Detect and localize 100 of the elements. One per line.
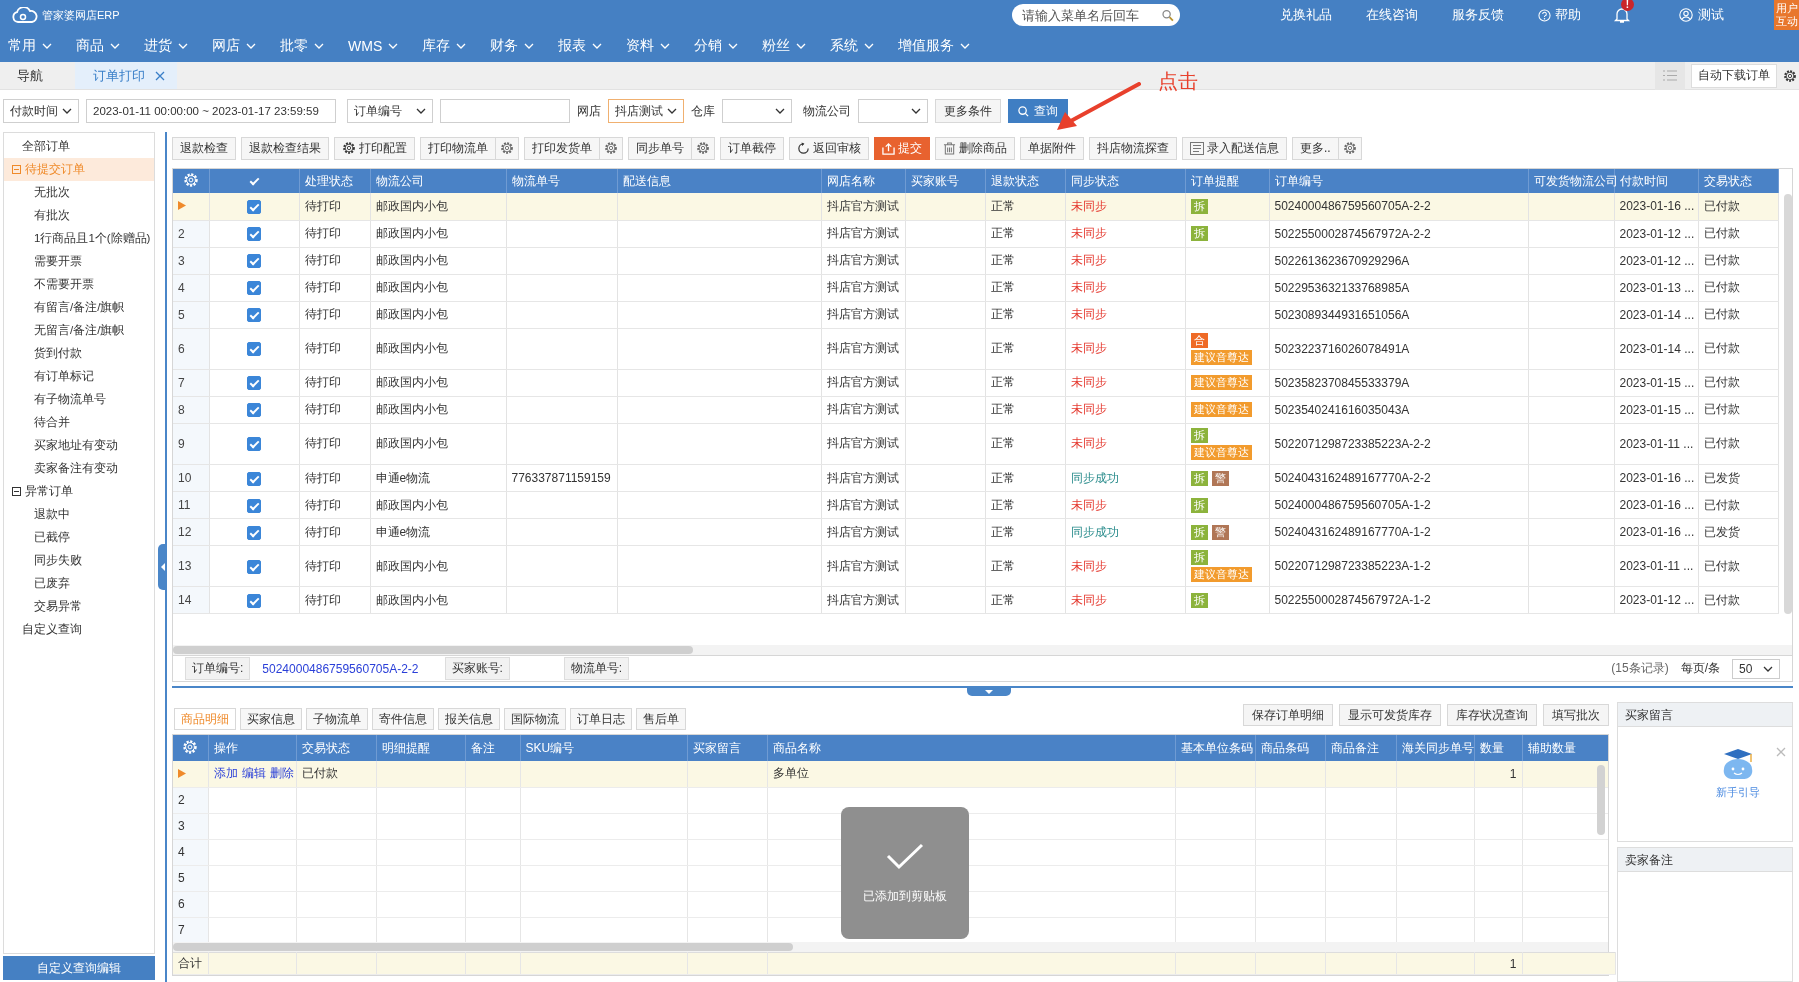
column-header[interactable]: 辅助数量: [1522, 735, 1608, 761]
column-header[interactable]: 明细提醒: [376, 735, 465, 761]
tree-item[interactable]: 无批次: [4, 181, 154, 204]
column-header[interactable]: 商品名称: [767, 735, 1175, 761]
search-icon[interactable]: [1162, 8, 1174, 22]
tree-item[interactable]: 卖家备注有变动: [4, 457, 154, 480]
collapse-icon[interactable]: [12, 487, 21, 496]
settings-button[interactable]: [691, 136, 715, 160]
collapse-handle[interactable]: [967, 688, 1011, 696]
table-row[interactable]: 10 待打印 申通e物流 776337871159159 抖店官方测试 正常 同步成功 拆 警 5024043162489167770A-2-2 2023-01-16 ... 已发货: [173, 464, 1778, 492]
toolbar-button[interactable]: 退款检查: [172, 136, 236, 160]
detail-button[interactable]: 填写批次: [1543, 704, 1609, 726]
tree-item[interactable]: 退款中: [4, 503, 154, 526]
table-row[interactable]: 2 待打印 邮政国内小包 抖店官方测试 正常 未同步 拆 5022550002874567972A-2-2 2023-01-12 ... 已付款: [173, 220, 1778, 247]
row-checkbox[interactable]: [247, 253, 261, 268]
detail-button[interactable]: 库存状况查询: [1447, 704, 1537, 726]
column-header[interactable]: 商品条码: [1255, 735, 1325, 761]
tree-item[interactable]: 全部订单: [4, 135, 154, 158]
table-row[interactable]: 待打印 邮政国内小包 抖店官方测试 正常 未同步 拆 5024000486759560705A-2-2 2023-01-16 ... 已付款: [173, 193, 1778, 220]
detail-tab[interactable]: 国际物流: [504, 708, 566, 730]
column-header[interactable]: 物流单号: [506, 169, 617, 193]
tree-item[interactable]: 无留言/备注/旗帜: [4, 319, 154, 342]
column-header[interactable]: 基本单位条码: [1175, 735, 1255, 761]
row-checkbox[interactable]: [247, 280, 261, 295]
time-type-select[interactable]: 付款时间: [3, 99, 79, 123]
table-row[interactable]: 9 待打印 邮政国内小包 抖店官方测试 正常 未同步 拆 建议音尊达 5022071298723385223A-2-2 2023-01-11 ... 已付款: [173, 423, 1778, 465]
row-checkbox[interactable]: [247, 437, 261, 452]
column-header[interactable]: 买家账号: [905, 169, 985, 193]
help-link[interactable]: 帮助: [1555, 6, 1581, 24]
column-header[interactable]: 同步状态: [1065, 169, 1185, 193]
vertical-scrollbar[interactable]: [1597, 765, 1605, 835]
detail-tab[interactable]: 售后单: [636, 708, 686, 730]
row-checkbox[interactable]: [247, 593, 261, 608]
column-header[interactable]: 物流公司: [370, 169, 506, 193]
toolbar-button[interactable]: 订单截停: [720, 136, 784, 160]
row-action-link[interactable]: 删除: [269, 766, 294, 781]
detail-tab[interactable]: 报关信息: [438, 708, 500, 730]
toolbar-button[interactable]: 退款检查结果: [241, 136, 329, 160]
column-header[interactable]: 商品备注: [1325, 735, 1396, 761]
table-row[interactable]: 6 待打印 邮政国内小包 抖店官方测试 正常 未同步 合 建议音尊达 5023223716026078491A 2023-01-14 ... 已付款: [173, 328, 1778, 370]
table-row[interactable]: 5 待打印 邮政国内小包 抖店官方测试 正常 未同步 5023089344931651056A 2023-01-14 ... 已付款: [173, 301, 1778, 328]
column-header[interactable]: 交易状态: [296, 735, 376, 761]
more-conditions-button[interactable]: 更多条件: [935, 99, 1001, 123]
menu-item[interactable]: 系统: [818, 30, 887, 62]
row-checkbox[interactable]: [247, 307, 261, 322]
tree-item[interactable]: 已截停: [4, 526, 154, 549]
table-row[interactable]: 11 待打印 邮政国内小包 抖店官方测试 正常 未同步 拆 5024000486759560705A-1-2 2023-01-16 ... 已付款: [173, 491, 1778, 519]
column-header[interactable]: 交易状态: [1698, 169, 1778, 193]
close-icon[interactable]: [1776, 747, 1786, 757]
column-header[interactable]: 数量: [1474, 735, 1522, 761]
order-number-link[interactable]: 5024000486759560705A-2-2: [262, 661, 419, 676]
menu-item[interactable]: 增值服务: [886, 30, 983, 62]
tree-item[interactable]: 交易异常: [4, 595, 154, 618]
menu-search-field[interactable]: 请输入菜单名后回车: [1012, 4, 1180, 26]
column-header[interactable]: 操作: [208, 735, 296, 761]
tree-item[interactable]: 需要开票: [4, 250, 154, 273]
custom-query-edit-button[interactable]: 自定义查询编辑: [3, 956, 155, 980]
tree-item[interactable]: 自定义查询: [4, 618, 154, 641]
tree-item[interactable]: 异常订单: [4, 480, 154, 503]
toolbar-button[interactable]: 打印配置: [334, 136, 415, 160]
row-checkbox[interactable]: [247, 471, 261, 486]
row-action-link[interactable]: 编辑: [241, 766, 266, 781]
row-checkbox[interactable]: [247, 199, 261, 214]
detail-tab[interactable]: 寄件信息: [372, 708, 434, 730]
column-header[interactable]: 订单提醒: [1185, 169, 1269, 193]
query-button[interactable]: 查询: [1008, 99, 1068, 123]
detail-tab[interactable]: 买家信息: [240, 708, 302, 730]
column-header[interactable]: SKU编号: [520, 735, 687, 761]
row-checkbox[interactable]: [247, 226, 261, 241]
toolbar-button[interactable]: 单据附件: [1020, 136, 1084, 160]
column-header[interactable]: 退款状态: [985, 169, 1065, 193]
menu-item[interactable]: 进货: [132, 30, 200, 62]
header-link[interactable]: 在线咨询: [1366, 6, 1418, 24]
menu-item[interactable]: 资料: [614, 30, 683, 62]
table-row[interactable]: 添加 编辑 删除 已付款 多单位 1: [173, 761, 1608, 787]
tree-item[interactable]: 有批次: [4, 204, 154, 227]
help-icon[interactable]: [1538, 8, 1551, 22]
toolbar-button[interactable]: 更多..: [1292, 136, 1338, 160]
menu-item[interactable]: 批零: [268, 30, 336, 62]
toolbar-button[interactable]: 抖店物流探查: [1089, 136, 1177, 160]
page-size-select[interactable]: 50: [1732, 658, 1780, 679]
table-row[interactable]: 14 待打印 邮政国内小包 抖店官方测试 正常 未同步 拆 5022550002874567972A-1-2 2023-01-12 ... 已付款: [173, 587, 1778, 614]
detail-button[interactable]: 显示可发货库存: [1339, 704, 1441, 726]
guide-link[interactable]: 新手引导: [1716, 785, 1760, 800]
toolbar-button[interactable]: 打印发货单: [524, 136, 599, 160]
horizontal-scrollbar[interactable]: [173, 943, 793, 952]
column-header[interactable]: 网店名称: [821, 169, 905, 193]
settings-button[interactable]: [495, 136, 519, 160]
tree-item[interactable]: 买家地址有变动: [4, 434, 154, 457]
order-number-field[interactable]: [440, 99, 570, 123]
table-row[interactable]: 8 待打印 邮政国内小包 抖店官方测试 正常 未同步 建议音尊达 5023540241616035043A 2023-01-15 ... 已付款: [173, 396, 1778, 424]
table-row[interactable]: 13 待打印 邮政国内小包 抖店官方测试 正常 未同步 拆 建议音尊达 5022071298723385223A-1-2 2023-01-11 ... 已付款: [173, 545, 1778, 587]
vertical-scrollbar[interactable]: [1784, 194, 1792, 614]
horizontal-scrollbar[interactable]: [173, 646, 693, 654]
column-header[interactable]: 备注: [465, 735, 520, 761]
toolbar-button[interactable]: 返回审核: [789, 136, 869, 160]
detail-button[interactable]: 保存订单明细: [1243, 704, 1333, 726]
user-icon[interactable]: [1679, 8, 1693, 22]
row-checkbox[interactable]: [247, 559, 261, 574]
column-header[interactable]: 买家留言: [687, 735, 767, 761]
